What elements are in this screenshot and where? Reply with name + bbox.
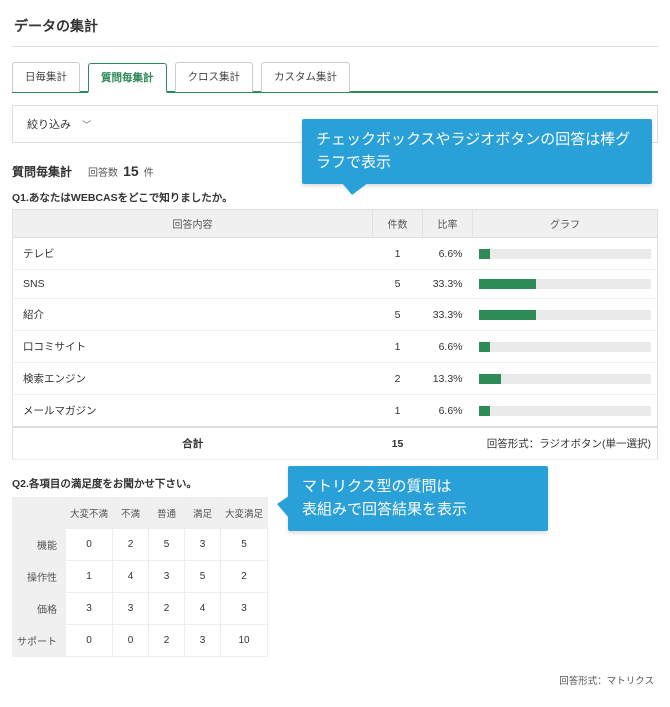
q1-header-graph: グラフ (473, 210, 658, 238)
tab-2[interactable]: クロス集計 (175, 62, 254, 92)
q2-cell: 3 (185, 529, 221, 561)
q2-cell: 2 (149, 625, 185, 657)
q2-row-label: 価格 (13, 593, 66, 625)
q1-total-value: 15 (373, 427, 423, 460)
row-count: 1 (373, 331, 423, 363)
q2-cell: 3 (149, 561, 185, 593)
row-label: 紹介 (13, 299, 373, 331)
q2-matrix-table: 大変不満不満普通満足大変満足 機能02535操作性14352価格33243サポー… (12, 497, 268, 657)
q2-cell: 0 (113, 625, 149, 657)
callout-matrix: マトリクス型の質問は表組みで回答結果を表示 (288, 466, 548, 531)
q2-col-header: 満足 (185, 498, 221, 529)
tab-3[interactable]: カスタム集計 (261, 62, 350, 92)
row-count: 1 (373, 395, 423, 428)
row-bar (473, 331, 658, 363)
q1-format-note: 回答形式：ラジオボタン(単一選択) (487, 438, 651, 450)
row-rate: 6.6% (423, 331, 473, 363)
row-rate: 33.3% (423, 270, 473, 299)
answer-count: 回答数 15 件 (88, 163, 154, 179)
q2-cell: 2 (113, 529, 149, 561)
table-row: 価格33243 (13, 593, 268, 625)
row-bar (473, 238, 658, 270)
row-rate: 6.6% (423, 395, 473, 428)
q2-col-header: 大変不満 (66, 498, 113, 529)
table-row: 機能02535 (13, 529, 268, 561)
callout-tail-icon (342, 183, 368, 195)
q2-row-label: 操作性 (13, 561, 66, 593)
callout-bargraph: チェックボックスやラジオボタンの回答は棒グラフで表示 (302, 119, 652, 184)
q1-table: 回答内容 件数 比率 グラフ テレビ16.6%SNS533.3%紹介533.3%… (12, 209, 658, 460)
row-label: メールマガジン (13, 395, 373, 428)
q2-row-label: 機能 (13, 529, 66, 561)
q2-col-header: 不満 (113, 498, 149, 529)
tab-1[interactable]: 質問毎集計 (88, 63, 167, 93)
row-count: 5 (373, 270, 423, 299)
table-row: サポート002310 (13, 625, 268, 657)
row-label: 検索エンジン (13, 363, 373, 395)
q2-cell: 3 (221, 593, 268, 625)
q2-cell: 0 (66, 529, 113, 561)
row-count: 5 (373, 299, 423, 331)
q2-cell: 2 (221, 561, 268, 593)
q1-header-content: 回答内容 (13, 210, 373, 238)
row-rate: 33.3% (423, 299, 473, 331)
row-label: テレビ (13, 238, 373, 270)
row-label: SNS (13, 270, 373, 299)
q2-cell: 5 (149, 529, 185, 561)
q1-header-count: 件数 (373, 210, 423, 238)
q2-col-header: 普通 (149, 498, 185, 529)
row-rate: 6.6% (423, 238, 473, 270)
table-row: 検索エンジン213.3% (13, 363, 658, 395)
filter-label: 絞り込み (27, 119, 71, 131)
row-bar (473, 363, 658, 395)
q2-row-label: サポート (13, 625, 66, 657)
q2-cell: 4 (185, 593, 221, 625)
table-row: テレビ16.6% (13, 238, 658, 270)
q1-total-label: 合計 (13, 427, 373, 460)
table-row: SNS533.3% (13, 270, 658, 299)
q2-cell: 1 (66, 561, 113, 593)
row-count: 1 (373, 238, 423, 270)
q2-format-note: 回答形式：マトリクス (12, 657, 658, 691)
row-rate: 13.3% (423, 363, 473, 395)
q2-corner (13, 498, 66, 529)
table-row: 紹介533.3% (13, 299, 658, 331)
q1-title: Q1.あなたはWEBCASをどこで知りましたか。 (12, 190, 658, 205)
q2-cell: 10 (221, 625, 268, 657)
row-count: 2 (373, 363, 423, 395)
row-bar (473, 270, 658, 299)
q2-cell: 3 (66, 593, 113, 625)
q2-cell: 5 (221, 529, 268, 561)
q2-cell: 2 (149, 593, 185, 625)
tab-0[interactable]: 日毎集計 (12, 62, 80, 92)
q2-cell: 5 (185, 561, 221, 593)
chevron-down-icon: ﹀ (82, 120, 91, 130)
table-row: 口コミサイト16.6% (13, 331, 658, 363)
section-heading: 質問毎集計 (12, 163, 72, 180)
q2-cell: 0 (66, 625, 113, 657)
q1-total-row: 合計 15 回答形式：ラジオボタン(単一選択) (13, 427, 658, 460)
q2-cell: 3 (113, 593, 149, 625)
row-bar (473, 299, 658, 331)
q1-header-rate: 比率 (423, 210, 473, 238)
tabs: 日毎集計質問毎集計クロス集計カスタム集計 (12, 61, 658, 93)
q2-cell: 3 (185, 625, 221, 657)
callout-tail-icon (277, 496, 289, 518)
page-title: データの集計 (12, 10, 658, 47)
row-bar (473, 395, 658, 428)
q2-cell: 4 (113, 561, 149, 593)
table-row: メールマガジン16.6% (13, 395, 658, 428)
table-row: 操作性14352 (13, 561, 268, 593)
row-label: 口コミサイト (13, 331, 373, 363)
q2-col-header: 大変満足 (221, 498, 268, 529)
